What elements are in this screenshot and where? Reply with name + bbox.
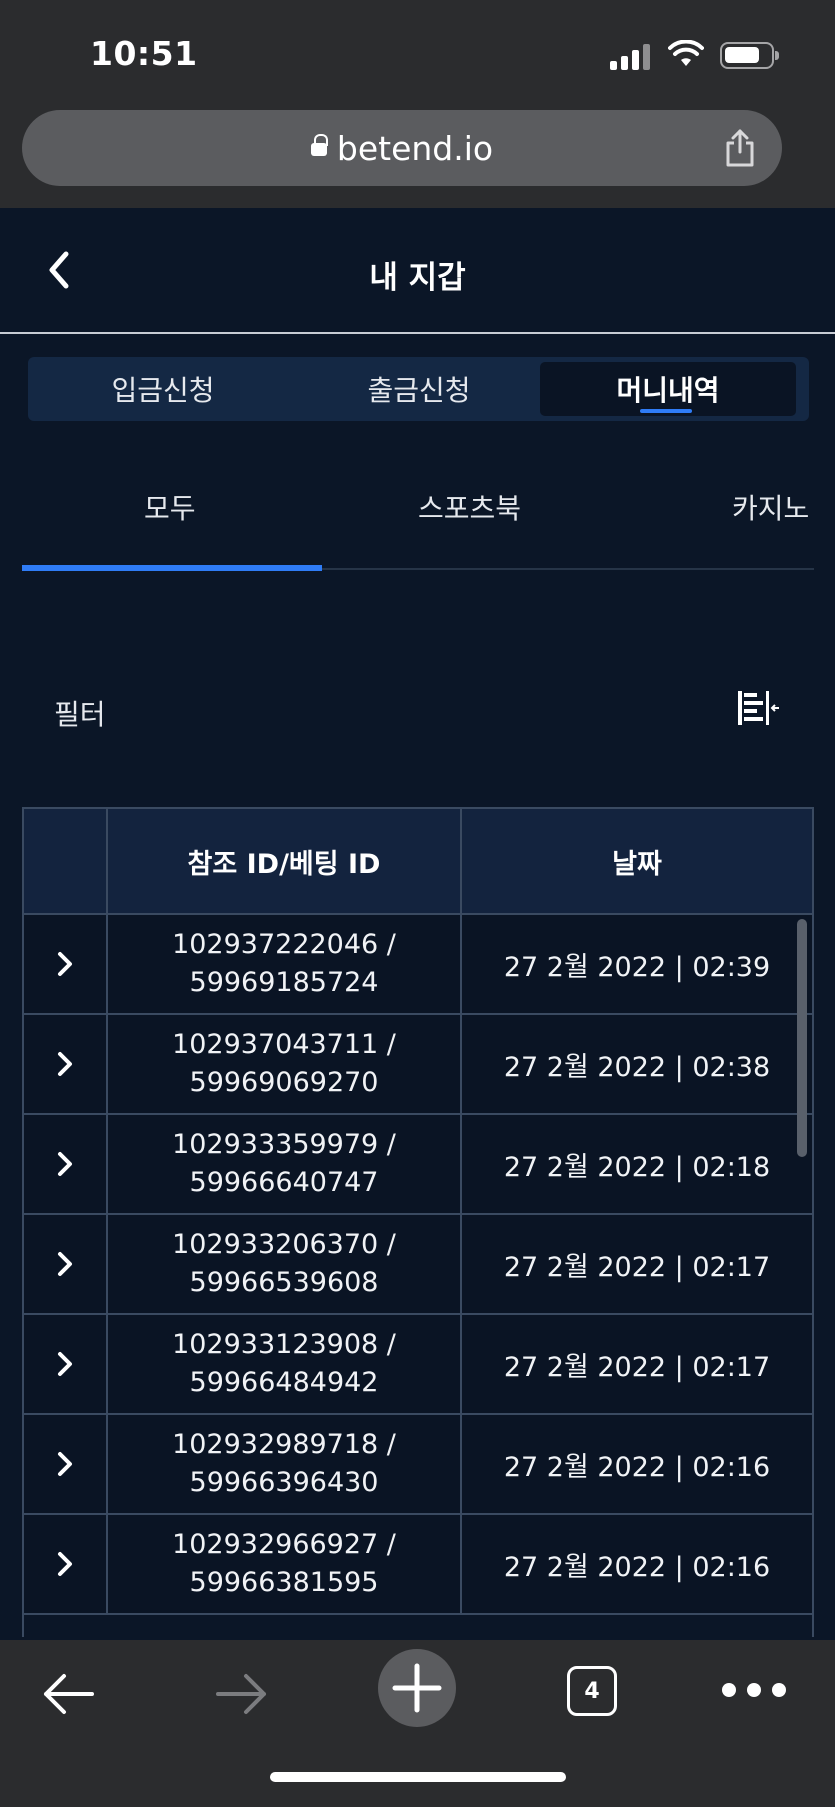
row-expand-button[interactable] (24, 1015, 108, 1113)
chevron-right-icon (58, 1252, 72, 1276)
new-tab-button[interactable] (378, 1649, 456, 1727)
row-expand-button[interactable] (24, 915, 108, 1013)
bet-id: 59969185724 (189, 967, 379, 998)
ref-id-cell: 102937222046 / 59969185724 (108, 915, 462, 1013)
date-cell: 27 2월 2022 | 02:17 (503, 1251, 771, 1283)
active-tab-indicator (640, 409, 692, 413)
chevron-right-icon (58, 1552, 72, 1576)
row-expand-button[interactable] (24, 1315, 108, 1413)
table-row[interactable]: 102932989718 / 59966396430 27 2월 2022 | 02… (24, 1415, 812, 1515)
table-header: 참조 ID/베팅 ID 날짜 (24, 807, 812, 915)
subtab-sportsbook[interactable]: 스포츠북 (418, 487, 521, 527)
row-expand-button[interactable] (24, 1215, 108, 1313)
browser-back-icon[interactable] (40, 1670, 96, 1718)
filter-toggle-icon[interactable] (735, 688, 781, 728)
row-expand-button[interactable] (24, 1515, 108, 1613)
table-row[interactable]: 102932966927 / 59966381595 27 2월 2022 | 02… (24, 1515, 812, 1615)
wifi-icon (668, 40, 704, 66)
page-title: 내 지갑 (369, 260, 466, 296)
url-text: betend.io (336, 128, 494, 168)
column-header-ref-id: 참조 ID/베팅 ID (108, 809, 462, 913)
ref-id-cell: 102933123908 / 59966484942 (108, 1315, 462, 1413)
row-expand-button[interactable] (24, 1115, 108, 1213)
filter-label[interactable]: 필터 (54, 693, 106, 733)
wallet-segment-control: 입금신청 출금신청 머니내역 (28, 357, 809, 421)
more-dots-icon[interactable] (722, 1683, 786, 1697)
bet-id: 59969069270 (189, 1067, 379, 1098)
tab-withdraw-request[interactable]: 출금신청 (292, 362, 546, 416)
bet-id: 59966381595 (189, 1567, 379, 1598)
tabs-count-button[interactable]: 4 (567, 1666, 617, 1716)
share-icon[interactable] (724, 128, 756, 168)
date-cell: 27 2월 2022 | 02:16 (503, 1551, 771, 1583)
ref-id-cell: 102937043711 / 59969069270 (108, 1015, 462, 1113)
bet-id: 59966396430 (189, 1467, 379, 1498)
home-indicator (270, 1772, 566, 1782)
date-cell: 27 2월 2022 | 02:38 (503, 1051, 771, 1083)
bet-id: 59966539608 (189, 1267, 379, 1298)
table-row[interactable]: 102933359979 / 59966640747 27 2월 2022 | 02… (24, 1115, 812, 1215)
ref-id: 102932966927 / (172, 1529, 396, 1560)
date-cell: 27 2월 2022 | 02:16 (503, 1451, 771, 1483)
browser-address-area: betend.io (0, 100, 835, 208)
tab-money-history-label: 머니내역 (616, 374, 720, 407)
transactions-table: 참조 ID/베팅 ID 날짜 102937222046 / 59969185724… (22, 807, 814, 1637)
ref-id: 102933359979 / (172, 1129, 396, 1160)
chevron-right-icon (58, 1452, 72, 1476)
bet-id: 59966484942 (189, 1367, 379, 1398)
chevron-right-icon (58, 1352, 72, 1376)
status-time: 10:51 (90, 34, 198, 73)
cellular-signal-icon (610, 44, 652, 70)
table-row[interactable]: 102933123908 / 59966484942 27 2월 2022 | 02… (24, 1315, 812, 1415)
chevron-right-icon (58, 1052, 72, 1076)
status-bar: 10:51 (0, 0, 835, 100)
ref-id-cell: 102933206370 / 59966539608 (108, 1215, 462, 1313)
tab-money-history[interactable]: 머니내역 (540, 362, 796, 416)
ref-id-cell: 102933359979 / 59966640747 (108, 1115, 462, 1213)
date-cell: 27 2월 2022 | 02:17 (503, 1351, 771, 1383)
plus-icon (392, 1663, 442, 1713)
date-cell: 27 2월 2022 | 02:18 (503, 1151, 771, 1183)
table-scrollbar[interactable] (797, 919, 807, 1157)
ref-id-cell: 102932989718 / 59966396430 (108, 1415, 462, 1513)
table-row[interactable]: 102937043711 / 59969069270 27 2월 2022 | 02… (24, 1015, 812, 1115)
bet-id: 59966640747 (189, 1167, 379, 1198)
ref-id: 102933206370 / (172, 1229, 396, 1260)
subtab-casino[interactable]: 카지노 (732, 487, 809, 527)
lock-icon (310, 134, 328, 160)
table-body: 102937222046 / 59969185724 27 2월 2022 | 02… (24, 915, 812, 1615)
row-expand-button[interactable] (24, 1415, 108, 1513)
subtab-active-indicator (22, 565, 322, 571)
ref-id: 102937043711 / (172, 1029, 396, 1060)
column-header-expand (24, 809, 108, 913)
subtab-all[interactable]: 모두 (144, 487, 196, 527)
history-filter-tabs: 모두 스포츠북 카지노 (0, 465, 835, 571)
ref-id-cell: 102932966927 / 59966381595 (108, 1515, 462, 1613)
ref-id: 102937222046 / (172, 929, 396, 960)
ref-id: 102932989718 / (172, 1429, 396, 1460)
ref-id: 102933123908 / (172, 1329, 396, 1360)
app-header: 내 지갑 (0, 208, 835, 334)
address-bar[interactable]: betend.io (22, 110, 782, 186)
table-row[interactable]: 102933206370 / 59966539608 27 2월 2022 | 02… (24, 1215, 812, 1315)
chevron-right-icon (58, 952, 72, 976)
battery-icon (720, 42, 779, 69)
chevron-right-icon (58, 1152, 72, 1176)
table-row[interactable]: 102937222046 / 59969185724 27 2월 2022 | 02… (24, 915, 812, 1015)
browser-forward-icon[interactable] (214, 1670, 270, 1718)
column-header-date: 날짜 (612, 848, 662, 880)
tab-deposit-request[interactable]: 입금신청 (36, 362, 290, 416)
date-cell: 27 2월 2022 | 02:39 (503, 951, 771, 983)
